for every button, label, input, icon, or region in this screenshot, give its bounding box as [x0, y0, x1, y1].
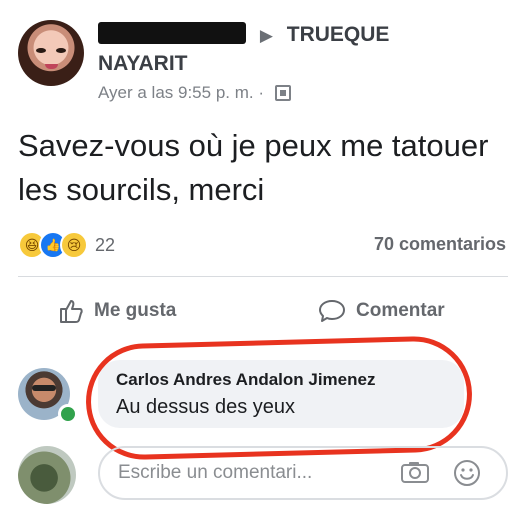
comment-button[interactable]: Comentar: [318, 296, 445, 326]
like-label: Me gusta: [94, 300, 177, 321]
like-button[interactable]: Me gusta: [58, 296, 176, 326]
camera-icon[interactable]: [400, 460, 430, 484]
sad-reaction-icon: 😢: [60, 231, 88, 259]
group-name-line2[interactable]: NAYARIT: [98, 52, 187, 76]
post-author-avatar[interactable]: [18, 20, 84, 86]
comment-input[interactable]: Escribe un comentari...: [98, 446, 508, 500]
highlight-annotation: [84, 334, 474, 462]
current-user-avatar: [18, 446, 76, 504]
post-meta: Ayer a las 9:55 p. m. ·: [98, 83, 291, 103]
smiley-icon[interactable]: [453, 459, 481, 487]
group-privacy-icon: [274, 85, 291, 101]
meta-separator: ·: [258, 83, 265, 102]
reactions-summary[interactable]: 😆 👍 😢 22: [18, 231, 115, 259]
post-header: ▶ TRUEQUE: [98, 22, 389, 47]
divider: [18, 276, 508, 277]
comments-count[interactable]: 70 comentarios: [374, 234, 506, 255]
online-status-icon: [58, 404, 78, 424]
author-name-redacted[interactable]: [98, 22, 246, 44]
group-name[interactable]: TRUEQUE: [287, 23, 390, 46]
thumbs-up-icon: [60, 300, 83, 323]
reaction-count: 22: [95, 234, 116, 255]
timestamp[interactable]: Ayer a las 9:55 p. m.: [98, 83, 254, 102]
comment-input-placeholder: Escribe un comentari...: [118, 462, 313, 483]
comment-label: Comentar: [356, 300, 445, 321]
group-arrow-icon: ▶: [259, 26, 273, 45]
post-text: Savez-vous où je peux me tatouer les sou…: [18, 128, 489, 207]
speech-bubble-icon: [319, 300, 345, 322]
